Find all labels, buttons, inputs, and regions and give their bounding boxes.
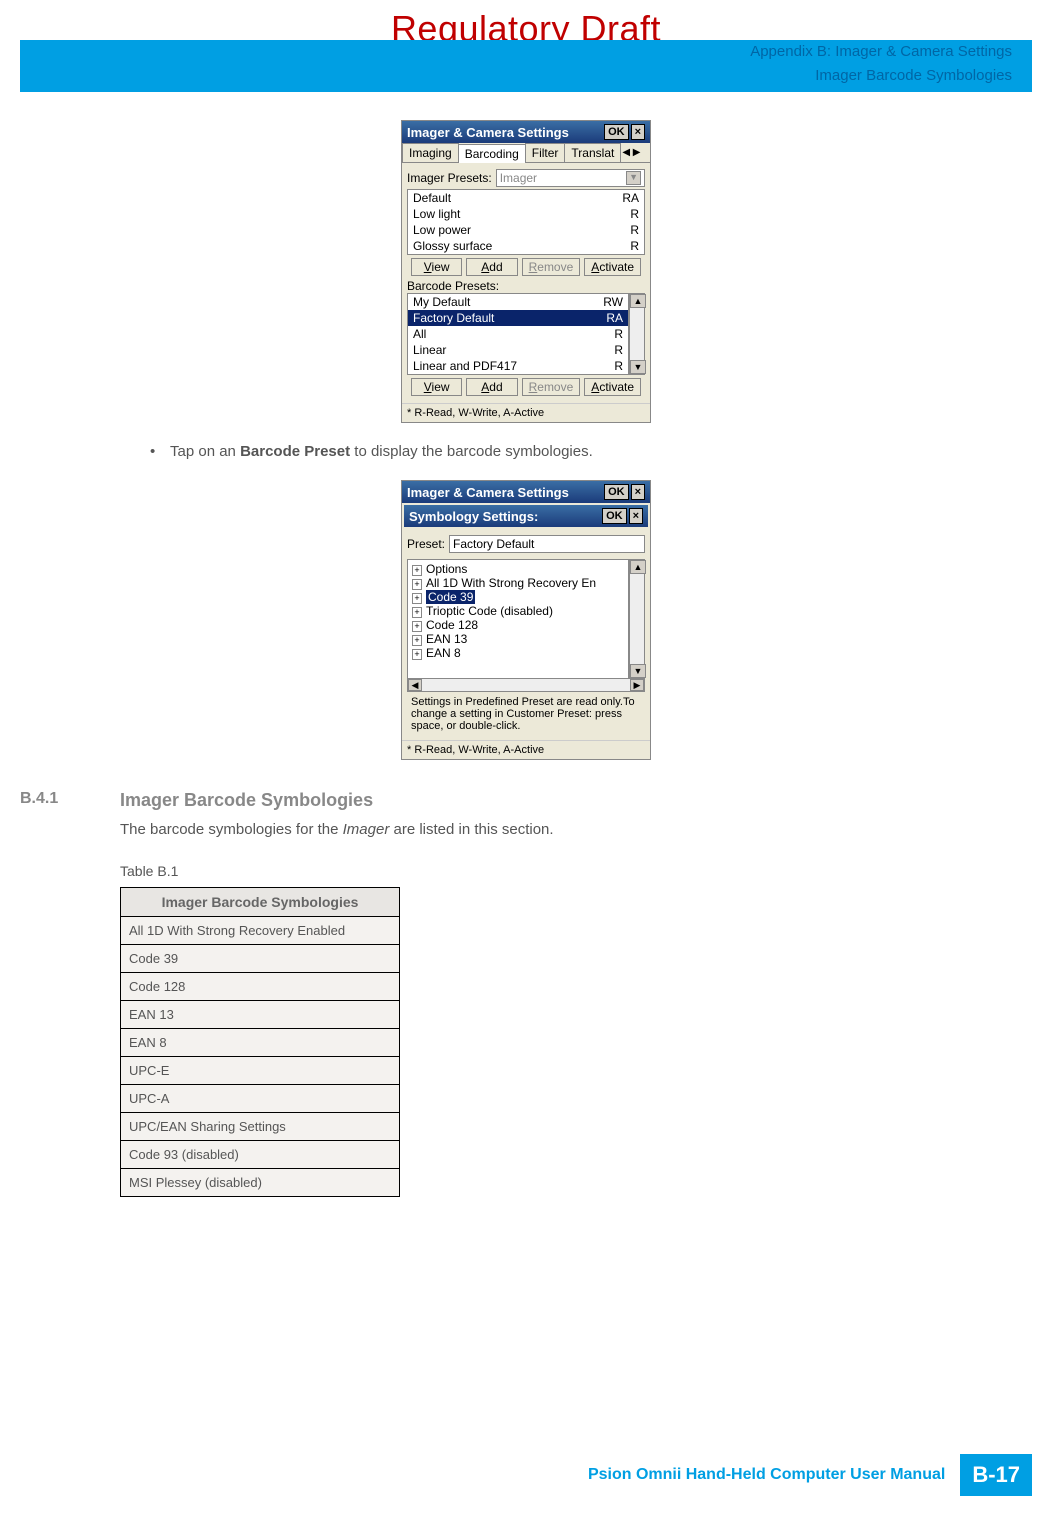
imager-presets-value: Imager: [500, 171, 537, 185]
titlebar-2: Imager & Camera Settings OK ×: [402, 481, 650, 503]
table-row: MSI Plessey (disabled): [121, 1169, 400, 1197]
window-title-2: Imager & Camera Settings: [407, 485, 569, 500]
tree-item[interactable]: +Code 39: [410, 590, 626, 604]
list-item[interactable]: AllR: [408, 326, 628, 342]
tree-item[interactable]: +EAN 13: [410, 632, 626, 646]
page-number-badge: B-17: [960, 1454, 1032, 1496]
list-item[interactable]: Low lightR: [408, 206, 644, 222]
close-button-2[interactable]: ×: [631, 484, 645, 500]
screenshot-symbology-settings: Imager & Camera Settings OK × Symbology …: [401, 480, 651, 760]
bullet-suffix: to display the barcode symbologies.: [350, 443, 593, 460]
sub-close-button[interactable]: ×: [629, 508, 643, 524]
view-button-1[interactable]: View: [411, 258, 462, 276]
scrollbar-1[interactable]: ▲ ▼: [629, 293, 645, 375]
table-row: UPC-A: [121, 1085, 400, 1113]
close-button-1[interactable]: ×: [631, 124, 645, 140]
scroll-up-icon[interactable]: ▲: [630, 294, 646, 308]
window-title-1: Imager & Camera Settings: [407, 125, 569, 140]
bullet-bold: Barcode Preset: [240, 443, 350, 460]
table-row: EAN 13: [121, 1001, 400, 1029]
section-title: Imager Barcode Symbologies: [120, 790, 373, 811]
tree-item[interactable]: +All 1D With Strong Recovery En: [410, 576, 626, 590]
tree-item[interactable]: +Code 128: [410, 618, 626, 632]
section-body: The barcode symbologies for the Imager a…: [120, 821, 1032, 838]
table-row: Code 128: [121, 973, 400, 1001]
tab-scroll[interactable]: ◀ ▶: [620, 143, 642, 162]
table-row: All 1D With Strong Recovery Enabled: [121, 917, 400, 945]
activate-button-2[interactable]: Activate: [584, 378, 641, 396]
tab-translat[interactable]: Translat: [564, 143, 621, 162]
settings-note: Settings in Predefined Preset are read o…: [407, 692, 645, 736]
table-row: UPC-E: [121, 1057, 400, 1085]
scroll-right-icon[interactable]: ▶: [630, 679, 644, 691]
tab-barcoding[interactable]: Barcoding: [458, 144, 526, 163]
bullet-prefix: Tap on an: [170, 443, 240, 460]
preset-field[interactable]: Factory Default: [449, 535, 645, 553]
scroll-down-icon-2[interactable]: ▼: [630, 664, 646, 678]
scroll-down-icon[interactable]: ▼: [630, 360, 646, 374]
footer-note-2: * R-Read, W-Write, A-Active: [402, 740, 650, 759]
scrollbar-2[interactable]: ▲ ▼: [629, 559, 645, 679]
table-header: Imager Barcode Symbologies: [121, 888, 400, 917]
footer-text: Psion Omnii Hand-Held Computer User Manu…: [588, 1466, 945, 1484]
view-button-2[interactable]: View: [411, 378, 462, 396]
symbologies-table: Imager Barcode Symbologies All 1D With S…: [120, 887, 400, 1197]
header-line1: Appendix B: Imager & Camera Settings: [750, 40, 1012, 64]
table-row: EAN 8: [121, 1029, 400, 1057]
barcode-presets-label: Barcode Presets:: [407, 279, 645, 293]
footer-note-1: * R-Read, W-Write, A-Active: [402, 403, 650, 422]
ok-button-1[interactable]: OK: [604, 124, 629, 140]
scroll-left-icon[interactable]: ◀: [408, 679, 422, 691]
list-item[interactable]: Glossy surfaceR: [408, 238, 644, 254]
sub-ok-button[interactable]: OK: [602, 508, 627, 524]
list-item[interactable]: My DefaultRW: [408, 294, 628, 310]
tab-bar-1: Imaging Barcoding Filter Translat ◀ ▶: [402, 143, 650, 163]
bullet-instruction: • Tap on an Barcode Preset to display th…: [150, 443, 1032, 460]
list-item[interactable]: Factory DefaultRA: [408, 310, 628, 326]
imager-presets-dropdown[interactable]: Imager ▼: [496, 169, 645, 187]
dropdown-arrow-icon: ▼: [626, 171, 641, 185]
imager-presets-list[interactable]: DefaultRALow lightRLow powerRGlossy surf…: [407, 189, 645, 255]
screenshot-imager-camera-settings: Imager & Camera Settings OK × Imaging Ba…: [401, 120, 651, 423]
ok-button-2[interactable]: OK: [604, 484, 629, 500]
table-row: UPC/EAN Sharing Settings: [121, 1113, 400, 1141]
barcode-presets-list[interactable]: My DefaultRWFactory DefaultRAAllRLinearR…: [407, 293, 629, 375]
scroll-up-icon-2[interactable]: ▲: [630, 560, 646, 574]
tree-item[interactable]: +EAN 8: [410, 646, 626, 660]
table-caption: Table B.1: [120, 863, 1032, 879]
tab-filter[interactable]: Filter: [525, 143, 566, 162]
symbology-tree[interactable]: +Options+All 1D With Strong Recovery En+…: [407, 559, 629, 679]
header-text: Appendix B: Imager & Camera Settings Ima…: [750, 40, 1012, 88]
tree-item[interactable]: +Options: [410, 562, 626, 576]
tree-item[interactable]: +Trioptic Code (disabled): [410, 604, 626, 618]
list-item[interactable]: DefaultRA: [408, 190, 644, 206]
activate-button-1[interactable]: Activate: [584, 258, 641, 276]
section-number: B.4.1: [20, 790, 120, 811]
remove-button-1: Remove: [522, 258, 581, 276]
imager-presets-label: Imager Presets:: [407, 171, 492, 185]
sub-window-title: Symbology Settings:: [409, 509, 538, 524]
list-item[interactable]: Linear and PDF417R: [408, 358, 628, 374]
remove-button-2: Remove: [522, 378, 581, 396]
table-row: Code 93 (disabled): [121, 1141, 400, 1169]
hscrollbar[interactable]: ◀ ▶: [407, 678, 645, 692]
sub-titlebar: Symbology Settings: OK ×: [404, 505, 648, 527]
list-item[interactable]: Low powerR: [408, 222, 644, 238]
add-button-1[interactable]: Add: [466, 258, 517, 276]
tab-imaging[interactable]: Imaging: [402, 143, 459, 162]
titlebar-1: Imager & Camera Settings OK ×: [402, 121, 650, 143]
add-button-2[interactable]: Add: [466, 378, 517, 396]
preset-label: Preset:: [407, 537, 445, 551]
list-item[interactable]: LinearR: [408, 342, 628, 358]
header-line2: Imager Barcode Symbologies: [750, 64, 1012, 88]
table-row: Code 39: [121, 945, 400, 973]
